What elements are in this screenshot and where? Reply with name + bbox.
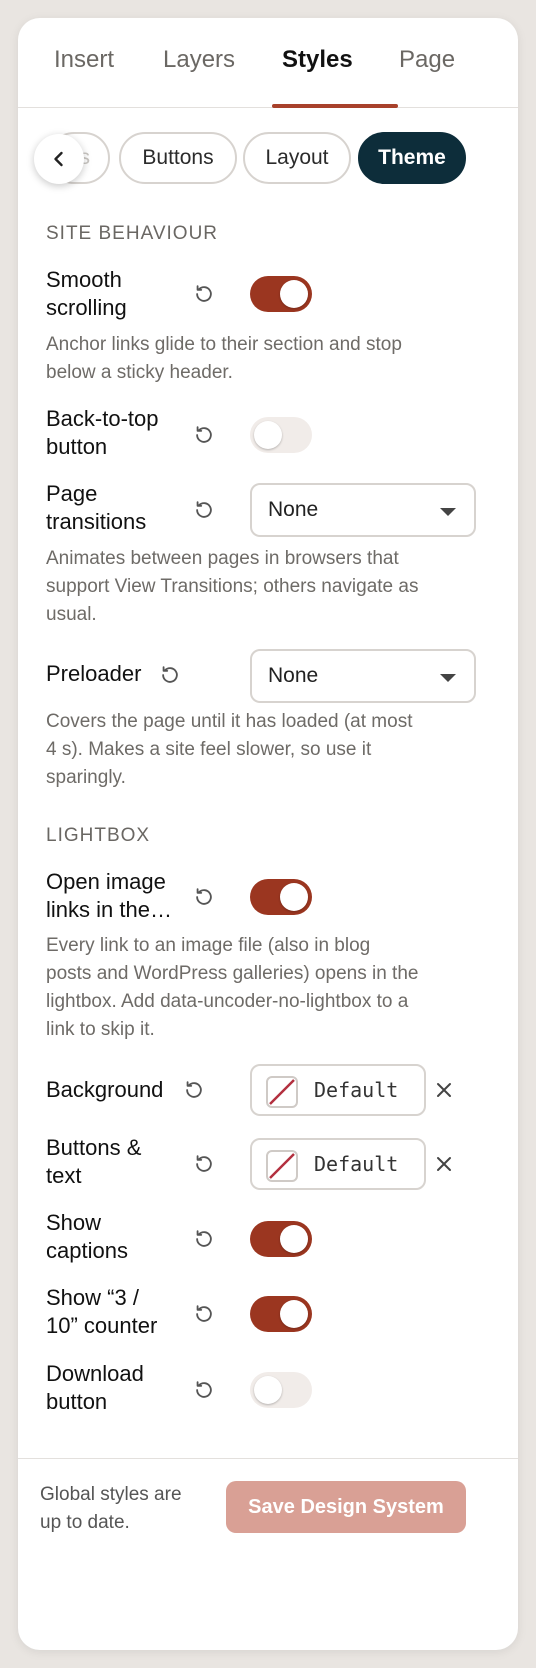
tab-styles[interactable]: Styles [282,46,353,74]
desc-line: support View Transitions; others navigat… [46,576,419,597]
back-to-top-toggle[interactable] [250,417,312,453]
toggle-knob [280,280,308,308]
page-transitions-select[interactable]: None [250,483,476,537]
toggle-knob [254,421,282,449]
buttons-text-color-picker[interactable]: Default [250,1138,426,1190]
reset-icon[interactable] [192,1152,216,1176]
desc-line: link to skip it. [46,1019,155,1040]
desc-line: 4 s). Makes a site feel slower, so use i… [46,739,372,760]
reset-icon[interactable] [192,1378,216,1402]
download-button-label: Download button [46,1360,144,1416]
toggle-knob [254,1376,282,1404]
panel-footer: Global styles are up to date. Save Desig… [18,1458,518,1650]
desc-line: below a sticky header. [46,362,233,383]
smooth-scrolling-description: Anchor links glide to their section and … [46,331,486,387]
download-button-label-line-2: button [46,1389,108,1414]
page-transitions-description: Animates between pages in browsers that … [46,545,486,629]
open-image-links-toggle[interactable] [250,879,312,915]
smooth-scrolling-label-line-1: Smooth [46,267,122,292]
reset-icon[interactable] [182,1078,206,1102]
buttons-text-label-line-2: text [46,1163,82,1188]
save-status-line-2: up to date. [40,1512,130,1533]
section-title-lightbox: LIGHTBOX [46,825,151,846]
subtab-theme[interactable]: Theme [358,132,466,184]
desc-line: sparingly. [46,767,126,788]
reset-icon[interactable] [158,663,182,687]
open-image-links-label-line-2: links in the… [46,897,172,922]
show-counter-label: Show “3 / 10” counter [46,1284,157,1340]
open-image-links-description: Every link to an image file (also in blo… [46,932,486,1044]
smooth-scrolling-toggle[interactable] [250,276,312,312]
show-captions-label-line-2: captions [46,1238,128,1263]
caret-down-icon [440,674,456,682]
chevron-left-icon [54,151,63,167]
preloader-select[interactable]: None [250,649,476,703]
tab-page[interactable]: Page [399,46,455,74]
empty-swatch-icon [266,1076,298,1108]
active-tab-indicator [272,104,398,108]
back-to-top-label: Back-to-top button [46,405,159,461]
back-to-top-label-line-1: Back-to-top [46,406,159,431]
show-captions-label-line-1: Show [46,1210,102,1235]
caret-down-icon [440,508,456,516]
toggle-knob [280,1225,308,1253]
save-design-system-button[interactable]: Save Design System [226,1481,466,1533]
download-button-label-line-1: Download [46,1361,144,1386]
styles-panel: Insert Layers Styles Page s Buttons Layo… [18,18,518,1650]
save-status-line-1: Global styles are [40,1484,182,1505]
show-counter-toggle[interactable] [250,1296,312,1332]
open-image-links-label: Open image links in the… [46,868,172,924]
scroll-back-button[interactable] [34,134,84,184]
background-color-value: Default [314,1078,399,1102]
empty-swatch-icon [266,1150,298,1182]
page-transitions-value: None [268,498,319,521]
smooth-scrolling-label-line-2: scrolling [46,295,127,320]
reset-icon[interactable] [192,423,216,447]
open-image-links-label-line-1: Open image [46,869,166,894]
smooth-scrolling-label: Smooth scrolling [46,266,127,322]
preloader-label: Preloader [46,661,142,686]
section-title-site-behaviour: SITE BEHAVIOUR [46,223,219,244]
subtab-layout[interactable]: Layout [243,132,351,184]
desc-line: Every link to an image file (also in blo… [46,935,371,956]
reset-icon[interactable] [192,885,216,909]
reset-icon[interactable] [192,498,216,522]
reset-icon[interactable] [192,1302,216,1326]
tab-insert[interactable]: Insert [54,46,114,74]
desc-line: usual. [46,604,97,625]
page-transitions-label-line-1: Page [46,481,98,506]
toggle-knob [280,883,308,911]
back-to-top-label-line-2: button [46,434,108,459]
buttons-text-color-value: Default [314,1152,399,1176]
show-counter-label-line-2: 10” counter [46,1313,158,1338]
desc-line: Covers the page until it has loaded (at … [46,711,413,732]
background-color-picker[interactable]: Default [250,1064,426,1116]
desc-line: posts and WordPress galleries) opens in … [46,963,419,984]
toggle-knob [280,1300,308,1328]
desc-line: Anchor links glide to their section and … [46,334,402,355]
buttons-text-label-line-1: Buttons & [46,1135,142,1160]
preloader-description: Covers the page until it has loaded (at … [46,708,486,792]
download-button-toggle[interactable] [250,1372,312,1408]
show-captions-toggle[interactable] [250,1221,312,1257]
subtab-buttons[interactable]: Buttons [119,132,237,184]
tab-layers[interactable]: Layers [163,46,235,74]
close-icon[interactable] [432,1078,456,1102]
reset-icon[interactable] [192,1227,216,1251]
buttons-text-label: Buttons & text [46,1134,141,1190]
preloader-value: None [268,664,319,687]
save-status-text: Global styles are up to date. [40,1481,220,1537]
page-transitions-label: Page transitions [46,480,146,536]
main-tabs: Insert Layers Styles Page [18,18,518,108]
desc-line: Animates between pages in browsers that [46,548,399,569]
show-counter-label-line-1: Show “3 / [46,1285,139,1310]
show-captions-label: Show captions [46,1209,128,1265]
background-label: Background [46,1077,164,1102]
close-icon[interactable] [432,1152,456,1176]
page-transitions-label-line-2: transitions [46,509,147,534]
style-subtabs: s Buttons Layout Theme [18,132,518,188]
reset-icon[interactable] [192,282,216,306]
desc-line: lightbox. Add data-uncoder-no-lightbox t… [46,991,409,1012]
